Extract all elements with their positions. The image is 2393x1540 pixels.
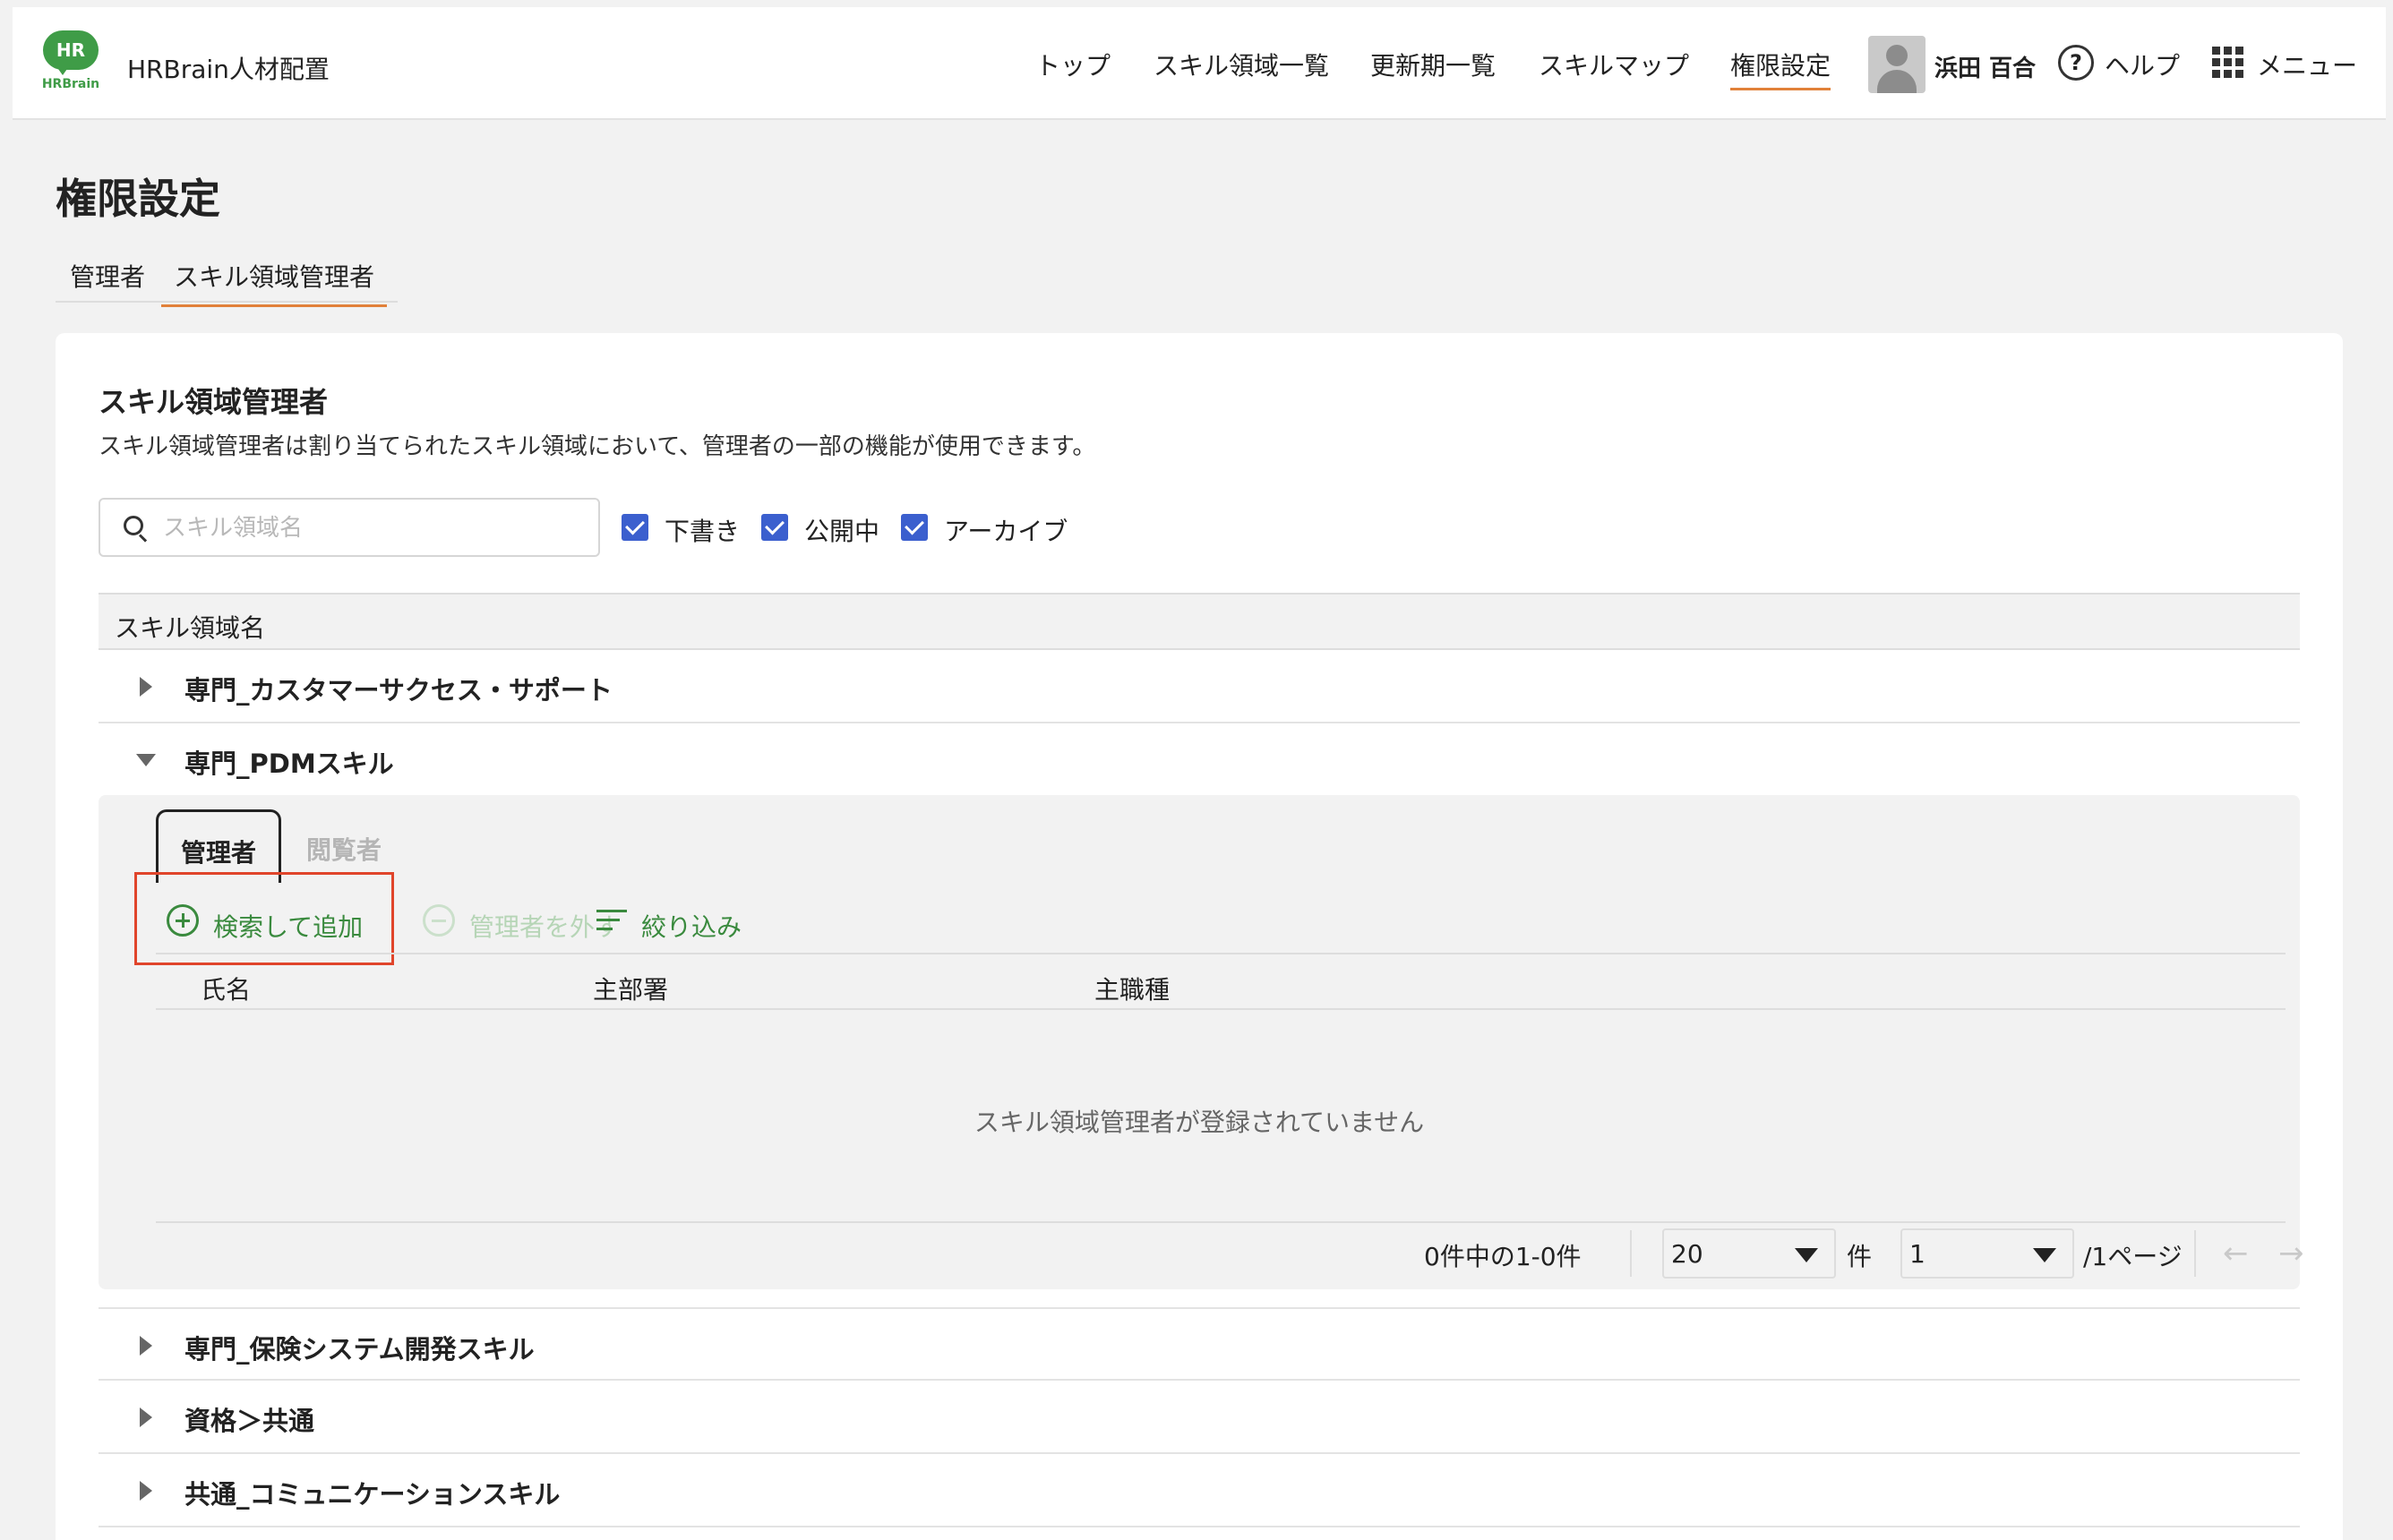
- skill-area-search[interactable]: [99, 498, 600, 557]
- help-link[interactable]: ヘルプ: [2105, 47, 2180, 82]
- skill-area-name: 共通_コミュニケーションスキル: [184, 1479, 561, 1510]
- page-size-value: 20: [1671, 1239, 1703, 1269]
- help-icon[interactable]: ?: [2058, 45, 2094, 81]
- pager-separator: [1630, 1230, 1632, 1277]
- hrbrain-logo[interactable]: HR HRBrain: [39, 30, 102, 93]
- dropdown-caret-icon: [2033, 1248, 2056, 1262]
- pager-separator: [2194, 1230, 2196, 1277]
- inner-table-head-divider: [156, 1008, 2286, 1010]
- page-value: 1: [1909, 1239, 1926, 1269]
- skill-area-row[interactable]: 専門_保険システム開発スキル: [99, 1307, 2300, 1381]
- column-name: 氏名: [201, 975, 252, 1005]
- skill-area-name: 資格＞共通: [184, 1406, 315, 1436]
- filter-button[interactable]: 絞り込み: [641, 908, 742, 944]
- highlight-annotation: [134, 872, 394, 965]
- expand-arrow-icon[interactable]: [140, 1336, 152, 1356]
- user-avatar[interactable]: [1868, 36, 1926, 93]
- column-department: 主部署: [593, 975, 669, 1005]
- skill-area-row-expanded[interactable]: 専門_PDMスキル: [99, 723, 2300, 797]
- section-title: スキル領域管理者: [99, 385, 329, 419]
- empty-state-message: スキル領域管理者が登録されていません: [973, 1108, 1425, 1137]
- tab-skill-area-admins[interactable]: スキル領域管理者: [161, 258, 388, 307]
- section-description: スキル領域管理者は割り当てられたスキル領域において、管理者の一部の機能が使用でき…: [99, 433, 1096, 460]
- skill-area-detail-panel: 管理者 閲覧者 検索して追加 管理者を外す 絞り込み 氏名 主部署 主職種 スキ…: [99, 795, 2304, 1289]
- table-header: スキル領域名: [99, 593, 2300, 650]
- page-total: /1ページ: [2083, 1242, 2183, 1271]
- skill-area-name: 専門_PDMスキル: [184, 749, 394, 779]
- avatar-body: [1877, 70, 1917, 93]
- skill-area-name: 専門_カスタマーサクセス・サポート: [184, 675, 613, 706]
- subtab-admins-label: 管理者: [180, 838, 256, 868]
- next-page-arrow-icon[interactable]: →: [2278, 1236, 2304, 1271]
- filter-published-label: 公開中: [804, 517, 880, 546]
- prev-page-arrow-icon[interactable]: ←: [2223, 1236, 2249, 1271]
- page-title: 権限設定: [56, 175, 220, 223]
- nav-permission-settings[interactable]: 権限設定: [1730, 47, 1831, 90]
- inner-table-divider: [156, 953, 2286, 954]
- search-icon: [124, 516, 148, 543]
- nav-update-periods[interactable]: 更新期一覧: [1370, 47, 1496, 82]
- nav-skill-map[interactable]: スキルマップ: [1539, 47, 1689, 82]
- column-skill-area-name: スキル領域名: [115, 613, 266, 643]
- page-size-select[interactable]: 20: [1662, 1228, 1836, 1279]
- checkbox-checked-icon[interactable]: [761, 514, 788, 541]
- expand-arrow-icon[interactable]: [140, 677, 152, 697]
- menu-link[interactable]: メニュー: [2257, 47, 2357, 82]
- logo-text: HRBrain: [41, 77, 100, 91]
- avatar-head: [1886, 45, 1908, 66]
- search-input[interactable]: [163, 509, 584, 548]
- dropdown-caret-icon: [1795, 1248, 1818, 1262]
- page-select[interactable]: 1: [1900, 1228, 2074, 1279]
- skill-area-row[interactable]: 資格＞共通: [99, 1381, 2300, 1454]
- app-name: HRBrain人材配置: [127, 55, 330, 84]
- tab-admins[interactable]: 管理者: [70, 258, 145, 304]
- checkbox-checked-icon[interactable]: [622, 514, 648, 541]
- nav-top[interactable]: トップ: [1035, 47, 1111, 82]
- filter-archive-label: アーカイブ: [944, 517, 1068, 546]
- app-frame: HR HRBrain HRBrain人材配置 トップ スキル領域一覧 更新期一覧…: [13, 7, 2386, 1540]
- skill-area-name: 専門_保険システム開発スキル: [184, 1334, 535, 1365]
- top-navigation-bar: HR HRBrain HRBrain人材配置 トップ スキル領域一覧 更新期一覧…: [13, 7, 2386, 120]
- filter-icon[interactable]: [596, 908, 627, 933]
- skill-area-row[interactable]: 専門_カスタマーサクセス・サポート: [99, 650, 2300, 723]
- skill-area-admin-card: スキル領域管理者 スキル領域管理者は割り当てられたスキル領域において、管理者の一…: [56, 333, 2343, 1540]
- user-name[interactable]: 浜田 百合: [1934, 50, 2036, 83]
- filter-draft-label: 下書き: [665, 517, 741, 546]
- menu-grid-icon[interactable]: [2212, 47, 2244, 79]
- logo-bubble-tail: [54, 63, 72, 75]
- collapse-arrow-icon[interactable]: [136, 754, 156, 766]
- remove-circle-icon: [423, 904, 455, 937]
- checkbox-checked-icon[interactable]: [901, 514, 928, 541]
- column-job-type: 主職種: [1094, 975, 1171, 1005]
- pager-count: 0件中の1-0件: [1424, 1242, 1582, 1271]
- nav-skill-areas[interactable]: スキル領域一覧: [1154, 47, 1329, 82]
- inner-table-foot-divider: [156, 1221, 2286, 1223]
- expand-arrow-icon[interactable]: [140, 1407, 152, 1427]
- page-size-unit: 件: [1847, 1242, 1873, 1271]
- expand-arrow-icon[interactable]: [140, 1481, 152, 1501]
- skill-area-row[interactable]: 共通_コミュニケーションスキル: [99, 1454, 2300, 1527]
- subtab-viewers[interactable]: 閲覧者: [306, 831, 382, 867]
